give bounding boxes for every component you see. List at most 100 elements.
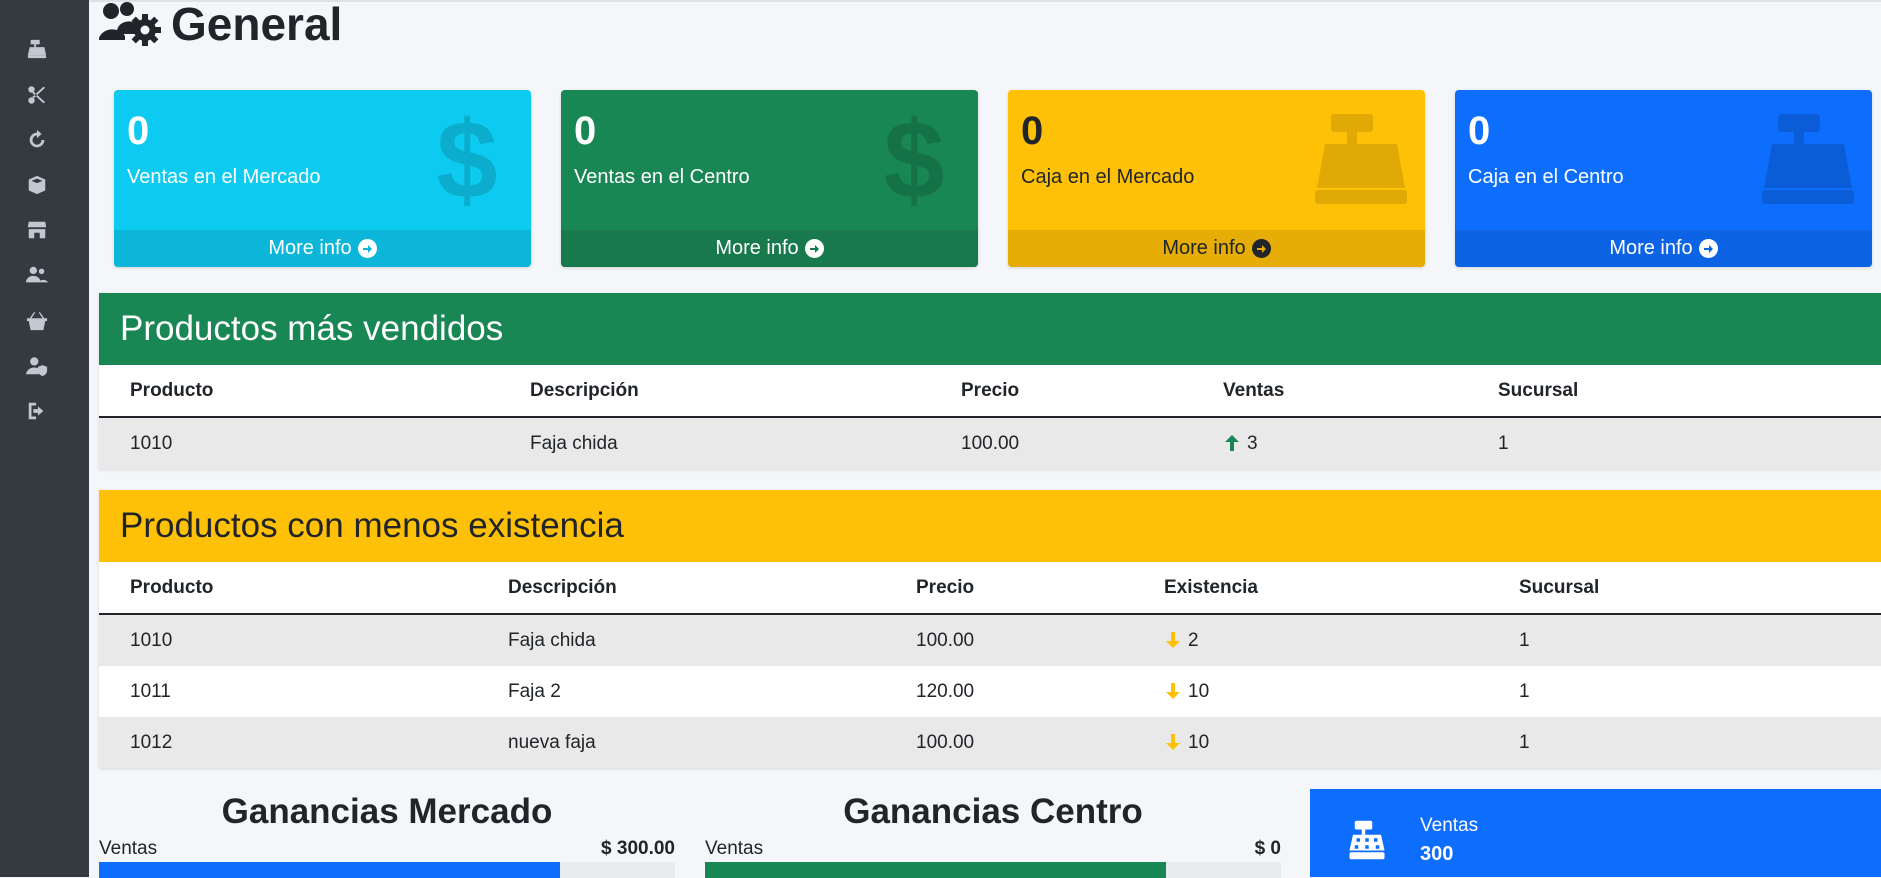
- stock-value: 2: [1188, 629, 1199, 651]
- sidebar-item-store[interactable]: [22, 215, 52, 245]
- card-title: Productos con menos existencia: [99, 490, 1881, 562]
- box-icon: [28, 175, 46, 195]
- table-cell: 120.00: [916, 680, 975, 702]
- column-header: Producto: [99, 365, 530, 418]
- svg-text:$: $: [436, 112, 497, 212]
- table-cell: 100.00: [961, 417, 1223, 469]
- summary-card-ventas-mercado: 0 Ventas en el Mercado $ More info: [114, 90, 531, 267]
- dollar-icon: $: [436, 112, 497, 212]
- cash-register-icon: [1315, 114, 1407, 204]
- users-icon: [26, 266, 48, 283]
- sidebar-item-users[interactable]: [22, 260, 52, 290]
- table-row: 1011 Faja 2 120.00 10 1: [99, 666, 1881, 717]
- progress-bar: [705, 862, 1281, 878]
- cash-register-icon: [1349, 820, 1385, 860]
- progress-fill: [99, 862, 560, 878]
- more-info-link[interactable]: More info: [114, 230, 531, 267]
- table-cell: 10: [1164, 717, 1519, 768]
- column-header: Sucursal: [1519, 562, 1881, 615]
- dollar-icon: $: [883, 112, 944, 212]
- arrow-circle-right-icon: [804, 239, 824, 258]
- ventas-info-box: Ventas 300: [1310, 789, 1881, 877]
- low-stock-table: Producto Descripción Precio Existencia S…: [99, 562, 1881, 768]
- more-info-label: More info: [1162, 237, 1246, 259]
- sidebar-item-scissors[interactable]: [22, 80, 52, 110]
- top-products-card: Productos más vendidos Producto Descripc…: [99, 293, 1881, 469]
- table-cell: 1010: [99, 614, 508, 666]
- column-header: Descripción: [530, 365, 961, 418]
- arrow-circle-right-icon: [1251, 239, 1271, 258]
- progress-amount: $ 300.00: [601, 838, 675, 859]
- users-cog-icon: [99, 2, 161, 46]
- sidebar-item-box[interactable]: [22, 170, 52, 200]
- column-header: Precio: [916, 562, 1164, 615]
- card-value: 0: [127, 109, 150, 153]
- table-cell: 2: [1164, 614, 1519, 666]
- user-shield-icon: [26, 357, 48, 377]
- svg-text:$: $: [883, 112, 944, 212]
- table-cell: 3: [1223, 417, 1498, 469]
- cash-register-icon: [1762, 114, 1854, 204]
- info-box-label: Ventas: [1420, 815, 1479, 836]
- more-info-label: More info: [1609, 237, 1693, 259]
- table-cell: 10: [1164, 666, 1519, 717]
- table-cell: 100.00: [916, 614, 1164, 666]
- progress-amount: $ 0: [1254, 838, 1281, 859]
- ganancias-title: Ganancias Mercado: [221, 792, 553, 831]
- arrow-down-icon: [1166, 682, 1180, 699]
- table-cell: 1: [1519, 717, 1881, 768]
- arrow-up-icon: [1225, 434, 1239, 451]
- store-icon: [27, 221, 47, 239]
- refresh-icon: [29, 129, 45, 148]
- ganancias-title: Ganancias Centro: [843, 792, 1143, 831]
- arrow-circle-right-icon: [1698, 239, 1718, 258]
- sidebar-item-logout[interactable]: [22, 396, 52, 426]
- progress-label: Ventas: [705, 838, 764, 859]
- column-header: Existencia: [1164, 562, 1519, 615]
- column-header: Sucursal: [1498, 365, 1881, 418]
- column-header: Precio: [961, 365, 1223, 418]
- ganancias-centro: Ganancias Centro Ventas $ 0: [705, 788, 1281, 878]
- more-info-label: More info: [715, 237, 799, 259]
- info-box-value: 300: [1420, 843, 1454, 865]
- table-cell: 1: [1498, 417, 1881, 469]
- page-title-text: General: [171, 0, 343, 50]
- sidebar-item-cash-register[interactable]: [22, 34, 52, 64]
- table-cell: nueva faja: [508, 717, 916, 768]
- more-info-link[interactable]: More info: [561, 230, 978, 267]
- table-cell: 1012: [99, 717, 508, 768]
- table-cell: 1: [1519, 614, 1881, 666]
- column-header: Ventas: [1223, 365, 1498, 418]
- table-cell: Faja chida: [508, 614, 916, 666]
- arrow-down-icon: [1166, 733, 1180, 750]
- card-value: 0: [1021, 109, 1044, 153]
- table-cell: Faja chida: [530, 417, 961, 469]
- sidebar-item-basket[interactable]: [22, 306, 52, 336]
- sales-value: 3: [1247, 432, 1258, 454]
- table-row: 1010 Faja chida 100.00 2 1: [99, 614, 1881, 666]
- card-label: Ventas en el Mercado: [127, 166, 321, 188]
- summary-card-caja-mercado: 0 Caja en el Mercado More info: [1008, 90, 1425, 267]
- summary-card-caja-centro: 0 Caja en el Centro More info: [1455, 90, 1872, 267]
- more-info-label: More info: [268, 237, 352, 259]
- progress-bar: [99, 862, 675, 878]
- sidebar-item-user-shield[interactable]: [22, 351, 52, 381]
- progress-label: Ventas: [99, 838, 158, 859]
- card-title: Productos más vendidos: [99, 293, 1881, 365]
- table-row: 1010 Faja chida 100.00 3 1: [99, 417, 1881, 469]
- table-cell: 1010: [99, 417, 530, 469]
- more-info-link[interactable]: More info: [1008, 230, 1425, 267]
- scissors-icon: [28, 86, 46, 104]
- low-stock-card: Productos con menos existencia Producto …: [99, 490, 1881, 768]
- card-label: Ventas en el Centro: [574, 166, 750, 188]
- main-content: General 0 Ventas en el Mercado $ More in…: [89, 0, 1881, 878]
- sidebar-item-refresh[interactable]: [22, 125, 52, 155]
- progress-fill: [705, 862, 1166, 878]
- card-label: Caja en el Centro: [1468, 166, 1624, 188]
- card-label: Caja en el Mercado: [1021, 166, 1195, 188]
- more-info-link[interactable]: More info: [1455, 230, 1872, 267]
- page-title: General: [99, 0, 342, 48]
- table-row: 1012 nueva faja 100.00 10 1: [99, 717, 1881, 768]
- sidebar: [0, 0, 89, 877]
- table-cell: 1: [1519, 680, 1530, 702]
